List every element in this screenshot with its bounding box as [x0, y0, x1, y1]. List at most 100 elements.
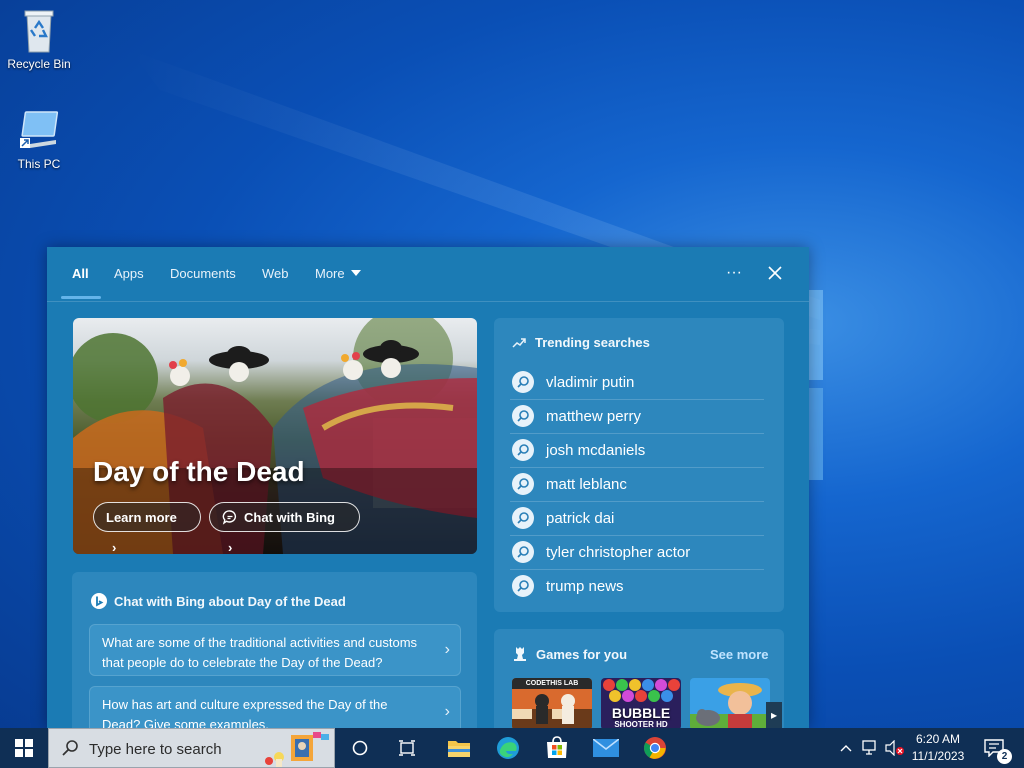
chevron-right-icon: › [228, 540, 233, 554]
chess-pieces-icon [512, 694, 592, 728]
search-icon [512, 405, 534, 427]
task-view-icon [399, 740, 415, 756]
tab-web[interactable]: Web [262, 266, 289, 281]
start-button[interactable] [0, 728, 48, 768]
hero-title: Day of the Dead [93, 456, 305, 487]
volume-muted-icon [885, 740, 904, 756]
close-button[interactable] [761, 261, 789, 285]
trending-item-label: matt leblanc [546, 476, 627, 493]
game-thumb-subtitle: SHOOTER HD [614, 720, 668, 728]
recycle-bin-icon [24, 10, 54, 53]
clock-date: 11/1/2023 [911, 749, 965, 763]
trending-item[interactable]: vladimir putin [510, 366, 764, 400]
search-placeholder: Type here to search [89, 741, 222, 758]
desktop-icon-label: This PC [17, 157, 61, 171]
games-for-you-card: Games for you See more CODETHIS LAB BUBB… [494, 629, 784, 728]
trending-item[interactable]: patrick dai [510, 502, 764, 536]
store-button[interactable] [535, 728, 579, 768]
trending-item[interactable]: matthew perry [510, 400, 764, 434]
cortana-icon [352, 740, 368, 756]
chat-suggestion-text: How has art and culture expressed the Da… [102, 697, 388, 728]
learn-more-button[interactable]: Learn more › [93, 502, 201, 554]
game-thumb-farm[interactable] [690, 678, 770, 728]
chat-suggestion-2[interactable]: How has art and culture expressed the Da… [89, 686, 461, 728]
file-explorer-button[interactable] [437, 728, 481, 768]
tab-apps[interactable]: Apps [114, 266, 144, 281]
clock[interactable]: 6:20 AM 11/1/2023 [906, 732, 970, 763]
search-icon [512, 473, 534, 495]
task-view-button[interactable] [387, 728, 427, 768]
more-options-button[interactable]: ··· [720, 261, 748, 285]
trending-item[interactable]: josh mcdaniels [510, 434, 764, 468]
mail-button[interactable] [584, 728, 628, 768]
computer-icon [20, 111, 59, 148]
chevron-right-icon: › [112, 540, 117, 554]
trending-title: Trending searches [535, 335, 650, 350]
network-icon [862, 740, 876, 755]
file-explorer-icon [448, 741, 470, 757]
game-thumb-chess[interactable]: CODETHIS LAB [512, 678, 592, 728]
chat-with-bing-card: Chat with Bing about Day of the Dead Wha… [72, 572, 477, 728]
trending-item-label: trump news [546, 578, 624, 595]
desktop-icon-this-pc[interactable]: This PC [0, 108, 78, 171]
search-tabs: All Apps Documents Web More ··· [47, 247, 809, 302]
search-icon [512, 541, 534, 563]
trending-item-label: vladimir putin [546, 374, 635, 391]
chat-with-bing-button[interactable]: Chat with Bing › [209, 502, 360, 554]
chat-suggestion-1[interactable]: What are some of the traditional activit… [89, 624, 461, 676]
volume-button[interactable] [884, 728, 906, 768]
tab-more[interactable]: More [315, 266, 361, 281]
search-icon [512, 371, 534, 393]
chat-card-title: Chat with Bing about Day of the Dead [114, 594, 346, 609]
bing-chat-icon [91, 593, 107, 609]
chevron-up-icon [840, 745, 852, 752]
chrome-button[interactable] [633, 728, 677, 768]
search-highlight-doodle-icon [265, 732, 329, 767]
game-piece-icon [514, 647, 526, 661]
chrome-icon [644, 737, 666, 759]
trending-item-label: tyler christopher actor [546, 544, 691, 561]
search-icon [512, 507, 534, 529]
chevron-right-icon: › [444, 703, 450, 720]
chevron-down-icon [350, 270, 361, 276]
chat-suggestion-text: What are some of the traditional activit… [102, 635, 418, 670]
search-icon [62, 740, 78, 756]
network-status-button[interactable] [860, 728, 882, 768]
clock-time: 6:20 AM [915, 732, 961, 746]
see-more-link[interactable]: See more [710, 647, 769, 662]
games-title: Games for you [536, 647, 628, 662]
windows-logo-icon [15, 739, 33, 757]
trending-item[interactable]: matt leblanc [510, 468, 764, 502]
desktop-icon-recycle-bin[interactable]: Recycle Bin [0, 8, 78, 71]
windows-search-panel: All Apps Documents Web More ··· Day of t… [47, 247, 809, 728]
notification-count-badge: 2 [997, 749, 1012, 764]
tab-documents[interactable]: Documents [170, 266, 236, 281]
chat-with-bing-label: Chat with Bing [244, 510, 335, 525]
trending-item-label: josh mcdaniels [546, 442, 646, 459]
tab-all[interactable]: All [72, 266, 89, 281]
search-icon [512, 439, 534, 461]
chevron-right-icon: › [444, 641, 450, 658]
day-of-the-dead-hero-card[interactable]: Day of the Dead Learn more › Chat with B… [73, 318, 477, 554]
close-icon [768, 266, 782, 280]
edge-icon [497, 737, 519, 759]
trending-item[interactable]: tyler christopher actor [510, 536, 764, 570]
desktop-icon-label: Recycle Bin [7, 57, 71, 71]
taskbar-search-box[interactable]: Type here to search [48, 728, 335, 768]
edge-button[interactable] [486, 728, 530, 768]
trending-item[interactable]: trump news [510, 570, 764, 603]
show-hidden-icons-button[interactable] [836, 728, 856, 768]
mail-icon [593, 739, 619, 757]
search-icon [512, 575, 534, 597]
game-thumb-label: CODETHIS LAB [512, 678, 592, 689]
game-thumb-title: BUBBLE [611, 705, 671, 721]
chat-bubble-icon [222, 510, 237, 525]
farmer-character-icon [690, 683, 770, 728]
games-scroll-right-button[interactable]: ▸ [766, 702, 782, 728]
cortana-button[interactable] [340, 728, 380, 768]
trending-searches-card: Trending searches vladimir putin matthew… [494, 318, 784, 612]
game-thumb-bubble-shooter[interactable]: BUBBLE SHOOTER HD [601, 678, 681, 728]
tab-more-label: More [315, 266, 345, 281]
action-center-button[interactable]: 2 [978, 728, 1018, 768]
taskbar: Type here to search 6:20 AM 11/1/2023 2 [0, 728, 1024, 768]
